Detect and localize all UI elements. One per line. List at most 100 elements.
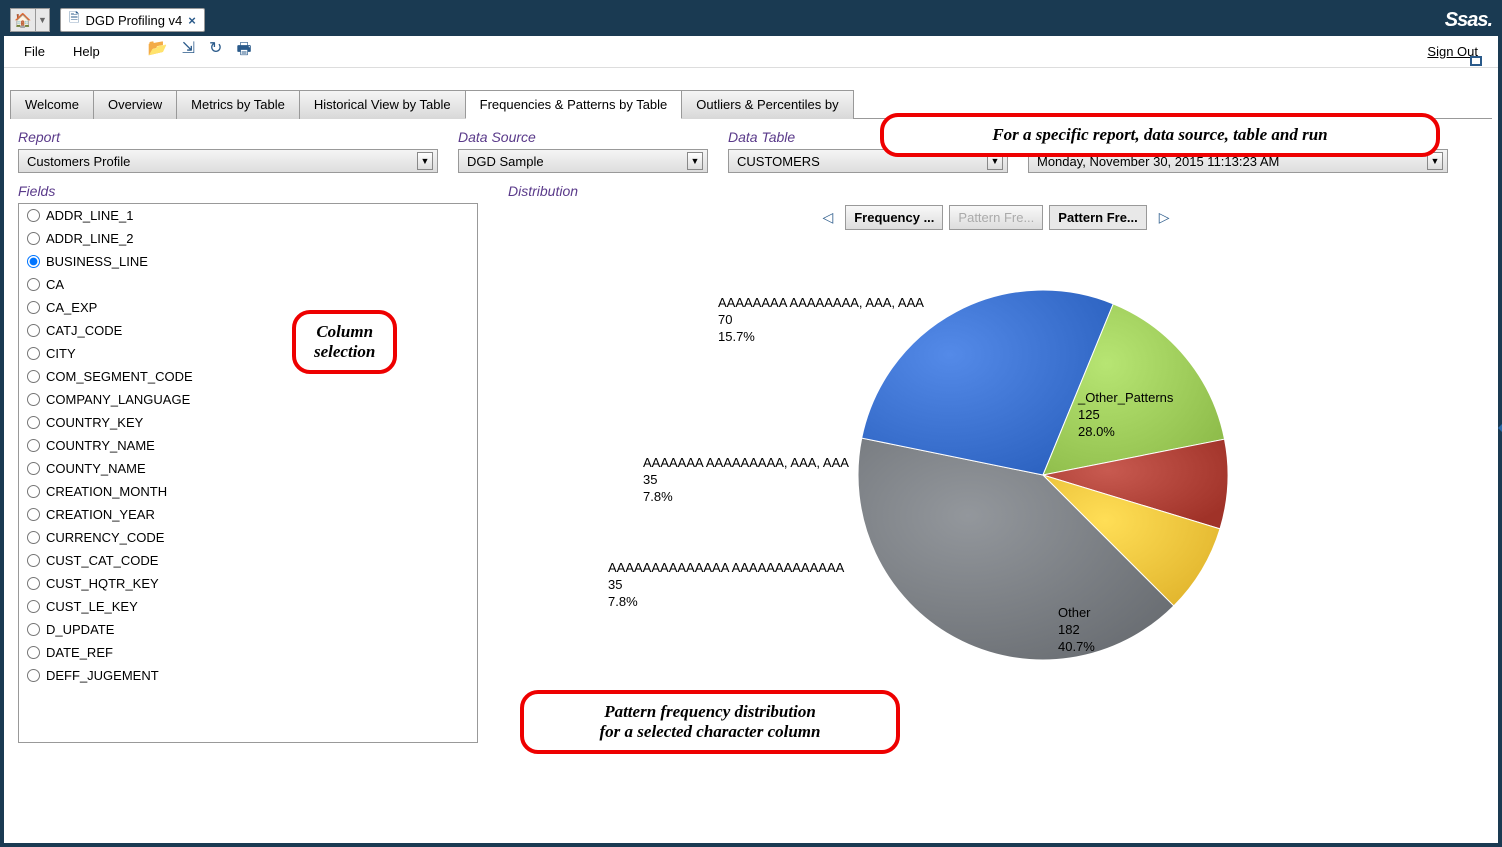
tab-outliers-percentiles-by[interactable]: Outliers & Percentiles by — [681, 90, 853, 119]
field-radio[interactable] — [27, 577, 40, 590]
close-icon[interactable]: × — [188, 13, 196, 28]
maximize-icon[interactable] — [1470, 56, 1482, 66]
menu-help[interactable]: Help — [73, 44, 100, 59]
field-label: COUNTRY_KEY — [46, 415, 143, 430]
field-item[interactable]: D_UPDATE — [19, 618, 477, 641]
fields-list: ADDR_LINE_1 ADDR_LINE_2 BUSINESS_LINE CACA_… — [18, 203, 478, 743]
annotation-left: Columnselection — [292, 310, 397, 374]
field-item[interactable]: COUNTRY_NAME — [19, 434, 477, 457]
tab-overview[interactable]: Overview — [93, 90, 177, 119]
field-radio[interactable] — [27, 416, 40, 429]
annotation-top: For a specific report, data source, tabl… — [880, 113, 1440, 157]
field-radio[interactable] — [27, 209, 40, 222]
refresh-icon[interactable]: ↻ — [209, 38, 222, 65]
field-radio[interactable] — [27, 347, 40, 360]
document-icon: 🗎 — [69, 9, 79, 31]
field-label: COMPANY_LANGUAGE — [46, 392, 190, 407]
field-radio[interactable] — [27, 646, 40, 659]
field-radio[interactable] — [27, 623, 40, 636]
field-label: COUNTY_NAME — [46, 461, 146, 476]
datasource-value: DGD Sample — [467, 154, 544, 169]
field-radio[interactable] — [27, 301, 40, 314]
field-label: DEFF_JUGEMENT — [46, 668, 159, 683]
field-label: CUST_LE_KEY — [46, 599, 138, 614]
pie-chart: AAAAAAAA AAAAAAAA, AAA, AAA7015.7% _Other… — [508, 240, 1484, 720]
fields-scroll[interactable]: ADDR_LINE_1 ADDR_LINE_2 BUSINESS_LINE CACA_… — [19, 204, 477, 742]
chevron-down-icon: ▼ — [687, 152, 703, 170]
export-icon[interactable]: ⇲ — [182, 38, 195, 65]
distribution-label: Distribution — [508, 183, 578, 199]
datatable-value: CUSTOMERS — [737, 154, 820, 169]
field-radio[interactable] — [27, 278, 40, 291]
dist-next-icon[interactable]: ▷ — [1153, 209, 1176, 226]
field-radio[interactable] — [27, 232, 40, 245]
field-label: COUNTRY_NAME — [46, 438, 155, 453]
brand-logo: Ssas. — [1445, 9, 1492, 32]
field-label: CURRENCY_CODE — [46, 530, 164, 545]
field-item[interactable]: CUST_HQTR_KEY — [19, 572, 477, 595]
field-item[interactable]: CUST_CAT_CODE — [19, 549, 477, 572]
field-label: CATJ_CODE — [46, 323, 122, 338]
field-radio[interactable] — [27, 669, 40, 682]
field-item[interactable]: CUST_LE_KEY — [19, 595, 477, 618]
field-item[interactable]: CURRENCY_CODE — [19, 526, 477, 549]
print-icon[interactable]: 🖶 — [236, 38, 251, 65]
document-tab[interactable]: 🗎 DGD Profiling v4 × — [60, 8, 205, 32]
field-label: BUSINESS_LINE — [46, 254, 148, 269]
chart-label: Other18240.7% — [1058, 605, 1095, 656]
tab-historical-view-by-table[interactable]: Historical View by Table — [299, 90, 466, 119]
field-item[interactable]: CREATION_YEAR — [19, 503, 477, 526]
dist-tab-pattern2[interactable]: Pattern Fre... — [1049, 205, 1146, 230]
tab-metrics-by-table[interactable]: Metrics by Table — [176, 90, 300, 119]
tab-frequencies-patterns-by-table[interactable]: Frequencies & Patterns by Table — [465, 90, 683, 119]
field-radio[interactable] — [27, 439, 40, 452]
field-item[interactable]: CREATION_MONTH — [19, 480, 477, 503]
annotation-bottom: Pattern frequency distributionfor a sele… — [520, 690, 900, 754]
field-item[interactable]: ADDR_LINE_1 — [19, 204, 477, 227]
tab-welcome[interactable]: Welcome — [10, 90, 94, 119]
chart-label: AAAAAAAAAAAAAA AAAAAAAAAAAAA357.8% — [608, 560, 844, 611]
datasource-select[interactable]: DGD Sample ▼ — [458, 149, 708, 173]
field-item[interactable]: DEFF_JUGEMENT — [19, 664, 477, 687]
field-radio[interactable] — [27, 531, 40, 544]
field-item[interactable]: BUSINESS_LINE — [19, 250, 477, 273]
dist-prev-icon[interactable]: ◁ — [816, 209, 839, 226]
field-radio[interactable] — [27, 485, 40, 498]
field-item[interactable]: CATJ_CODE — [19, 319, 477, 342]
field-radio[interactable] — [27, 462, 40, 475]
field-label: CUST_CAT_CODE — [46, 553, 158, 568]
report-select[interactable]: Customers Profile ▼ — [18, 149, 438, 173]
field-radio[interactable] — [27, 324, 40, 337]
home-dropdown[interactable]: ▼ — [36, 8, 50, 32]
menu-file[interactable]: File — [24, 44, 45, 59]
field-label: DATE_REF — [46, 645, 113, 660]
field-radio[interactable] — [27, 255, 40, 268]
field-radio[interactable] — [27, 600, 40, 613]
field-item[interactable]: COMPANY_LANGUAGE — [19, 388, 477, 411]
field-item[interactable]: COM_SEGMENT_CODE — [19, 365, 477, 388]
field-label: D_UPDATE — [46, 622, 114, 637]
panel-drag-handle[interactable]: ⋮⋮ — [1498, 438, 1502, 456]
field-radio[interactable] — [27, 554, 40, 567]
field-item[interactable]: COUNTRY_KEY — [19, 411, 477, 434]
field-item[interactable]: ADDR_LINE_2 — [19, 227, 477, 250]
field-item[interactable]: CA_EXP — [19, 296, 477, 319]
field-item[interactable]: CA — [19, 273, 477, 296]
field-radio[interactable] — [27, 393, 40, 406]
field-label: ADDR_LINE_1 — [46, 208, 133, 223]
open-icon[interactable]: 📂 — [148, 38, 168, 65]
field-item[interactable]: CITY — [19, 342, 477, 365]
field-item[interactable]: COUNTY_NAME — [19, 457, 477, 480]
home-button[interactable]: 🏠 — [10, 8, 36, 32]
field-item[interactable]: DATE_REF — [19, 641, 477, 664]
dist-tab-pattern1[interactable]: Pattern Fre... — [949, 205, 1043, 230]
field-label: COM_SEGMENT_CODE — [46, 369, 193, 384]
chart-label: AAAAAAAA AAAAAAAA, AAA, AAA7015.7% — [718, 295, 924, 346]
chart-label: _Other_Patterns12528.0% — [1078, 390, 1173, 441]
field-label: CITY — [46, 346, 76, 361]
panel-drag-handle[interactable]: ⋮⋮ — [1498, 400, 1502, 418]
field-radio[interactable] — [27, 370, 40, 383]
field-radio[interactable] — [27, 508, 40, 521]
chevron-down-icon: ▼ — [417, 152, 433, 170]
dist-tab-frequency[interactable]: Frequency ... — [845, 205, 943, 230]
